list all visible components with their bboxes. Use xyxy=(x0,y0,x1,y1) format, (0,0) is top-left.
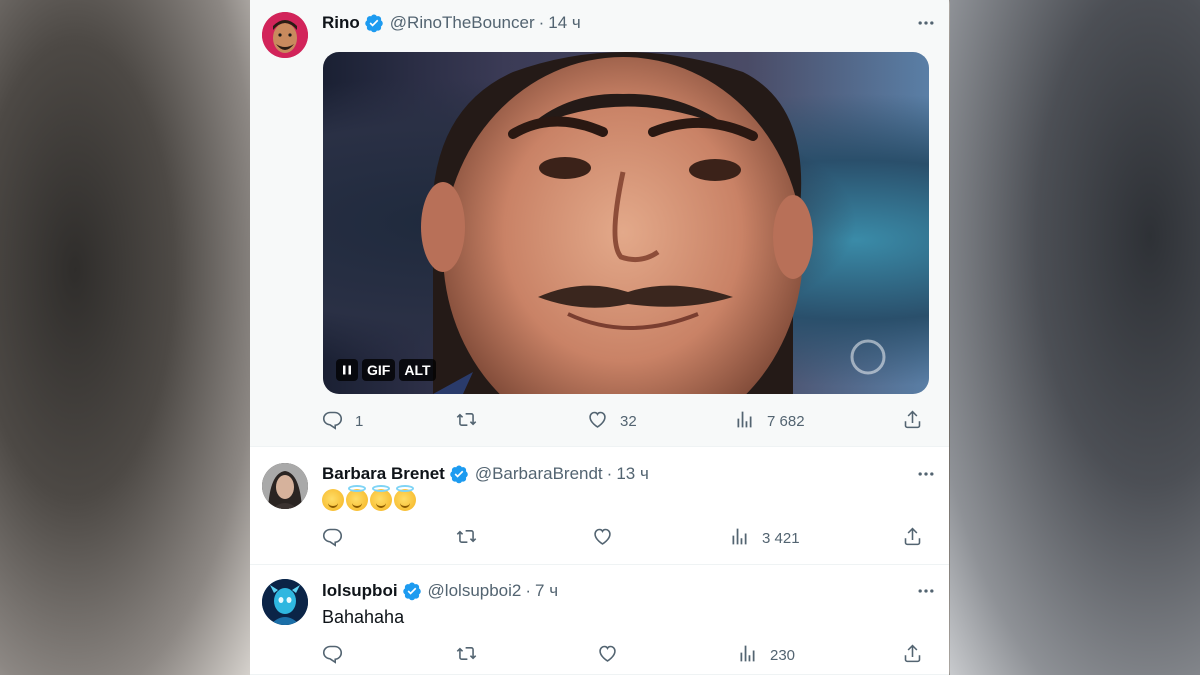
reply-button[interactable]: 1 xyxy=(322,409,363,433)
reply-icon xyxy=(322,409,343,434)
tweet-text: Bahahaha xyxy=(322,607,405,627)
more-icon[interactable] xyxy=(915,463,937,485)
alt-badge[interactable]: ALT xyxy=(399,359,436,381)
retweet-icon xyxy=(456,526,477,551)
view-count: 7 682 xyxy=(767,412,805,430)
retweet-button[interactable] xyxy=(456,643,477,667)
timestamp[interactable]: 14 ч xyxy=(548,13,581,33)
reply-button[interactable] xyxy=(322,643,343,667)
verified-badge-icon xyxy=(402,581,422,601)
tweet-text-emoji xyxy=(322,485,418,511)
smiling-face-with-halo-icon xyxy=(394,485,416,511)
tweet[interactable]: Barbara Brenet @BarbaraBrendt · 13 ч 3 4… xyxy=(250,447,949,565)
author-name[interactable]: lolsupboi xyxy=(322,581,398,601)
more-icon[interactable] xyxy=(915,12,937,34)
view-count: 3 421 xyxy=(762,529,800,547)
like-button[interactable]: 32 xyxy=(587,409,637,433)
separator-dot: · xyxy=(525,581,532,600)
heart-icon xyxy=(592,526,613,551)
reply-icon xyxy=(322,643,343,668)
retweet-button[interactable] xyxy=(456,526,477,550)
separator-dot: · xyxy=(606,464,613,483)
author-handle[interactable]: @lolsupboi2 xyxy=(428,581,522,601)
smiling-face-with-halo-icon xyxy=(346,485,368,511)
avatar[interactable] xyxy=(262,579,308,625)
background-right-blur xyxy=(950,0,1200,675)
view-count: 230 xyxy=(770,646,796,664)
retweet-icon xyxy=(456,643,477,668)
winking-face-icon xyxy=(322,489,344,511)
share-icon xyxy=(902,409,923,434)
tweet-actions: 1 32 7 682 xyxy=(322,409,929,433)
pause-icon[interactable] xyxy=(336,359,358,381)
verified-badge-icon xyxy=(364,13,384,33)
like-button[interactable] xyxy=(597,643,618,667)
heart-icon xyxy=(587,409,608,434)
gif-badge: GIF xyxy=(362,359,396,381)
reply-icon xyxy=(322,526,343,551)
gif-media[interactable]: GIF ALT xyxy=(323,52,929,394)
verified-badge-icon xyxy=(449,464,469,484)
background-left-blur xyxy=(0,0,250,675)
share-button[interactable] xyxy=(902,526,923,550)
views-chart-icon xyxy=(737,643,758,668)
separator-dot: · xyxy=(538,13,545,32)
reply-count: 1 xyxy=(355,412,364,430)
smiling-face-with-halo-icon xyxy=(370,485,392,511)
reply-button[interactable] xyxy=(322,526,343,550)
tweet[interactable]: lolsupboi @lolsupboi2 · 7 ч Bahahaha 230 xyxy=(250,565,949,675)
retweet-icon xyxy=(456,409,477,434)
views-chart-icon xyxy=(729,526,750,551)
tweet-header: lolsupboi @lolsupboi2 · 7 ч xyxy=(322,580,937,602)
author-handle[interactable]: @BarbaraBrendt xyxy=(475,464,603,484)
share-icon xyxy=(902,643,923,668)
author-name[interactable]: Rino xyxy=(322,13,360,33)
tweet-actions: 230 xyxy=(322,643,929,667)
retweet-button[interactable] xyxy=(456,409,477,433)
avatar[interactable] xyxy=(262,463,308,509)
avatar[interactable] xyxy=(262,12,308,58)
heart-icon xyxy=(597,643,618,668)
tweet-header: Rino @RinoTheBouncer · 14 ч xyxy=(322,12,937,34)
author-name[interactable]: Barbara Brenet xyxy=(322,464,445,484)
reply-feed: Rino @RinoTheBouncer · 14 ч GIF ALT 1 32… xyxy=(250,0,949,675)
views-button[interactable]: 230 xyxy=(737,643,795,667)
timestamp[interactable]: 7 ч xyxy=(535,581,558,601)
timestamp[interactable]: 13 ч xyxy=(616,464,649,484)
views-button[interactable]: 3 421 xyxy=(729,526,800,550)
tweet-header: Barbara Brenet @BarbaraBrendt · 13 ч xyxy=(322,463,937,485)
views-chart-icon xyxy=(734,409,755,434)
views-button[interactable]: 7 682 xyxy=(734,409,805,433)
gif-frame xyxy=(421,52,886,394)
like-button[interactable] xyxy=(592,526,613,550)
author-handle[interactable]: @RinoTheBouncer xyxy=(390,13,535,33)
like-count: 32 xyxy=(620,412,637,430)
share-button[interactable] xyxy=(902,643,923,667)
more-icon[interactable] xyxy=(915,580,937,602)
share-icon xyxy=(902,526,923,551)
media-badges: GIF ALT xyxy=(336,359,436,381)
tweet-actions: 3 421 xyxy=(322,526,929,550)
share-button[interactable] xyxy=(902,409,923,433)
tweet[interactable]: Rino @RinoTheBouncer · 14 ч GIF ALT 1 32… xyxy=(250,0,949,447)
